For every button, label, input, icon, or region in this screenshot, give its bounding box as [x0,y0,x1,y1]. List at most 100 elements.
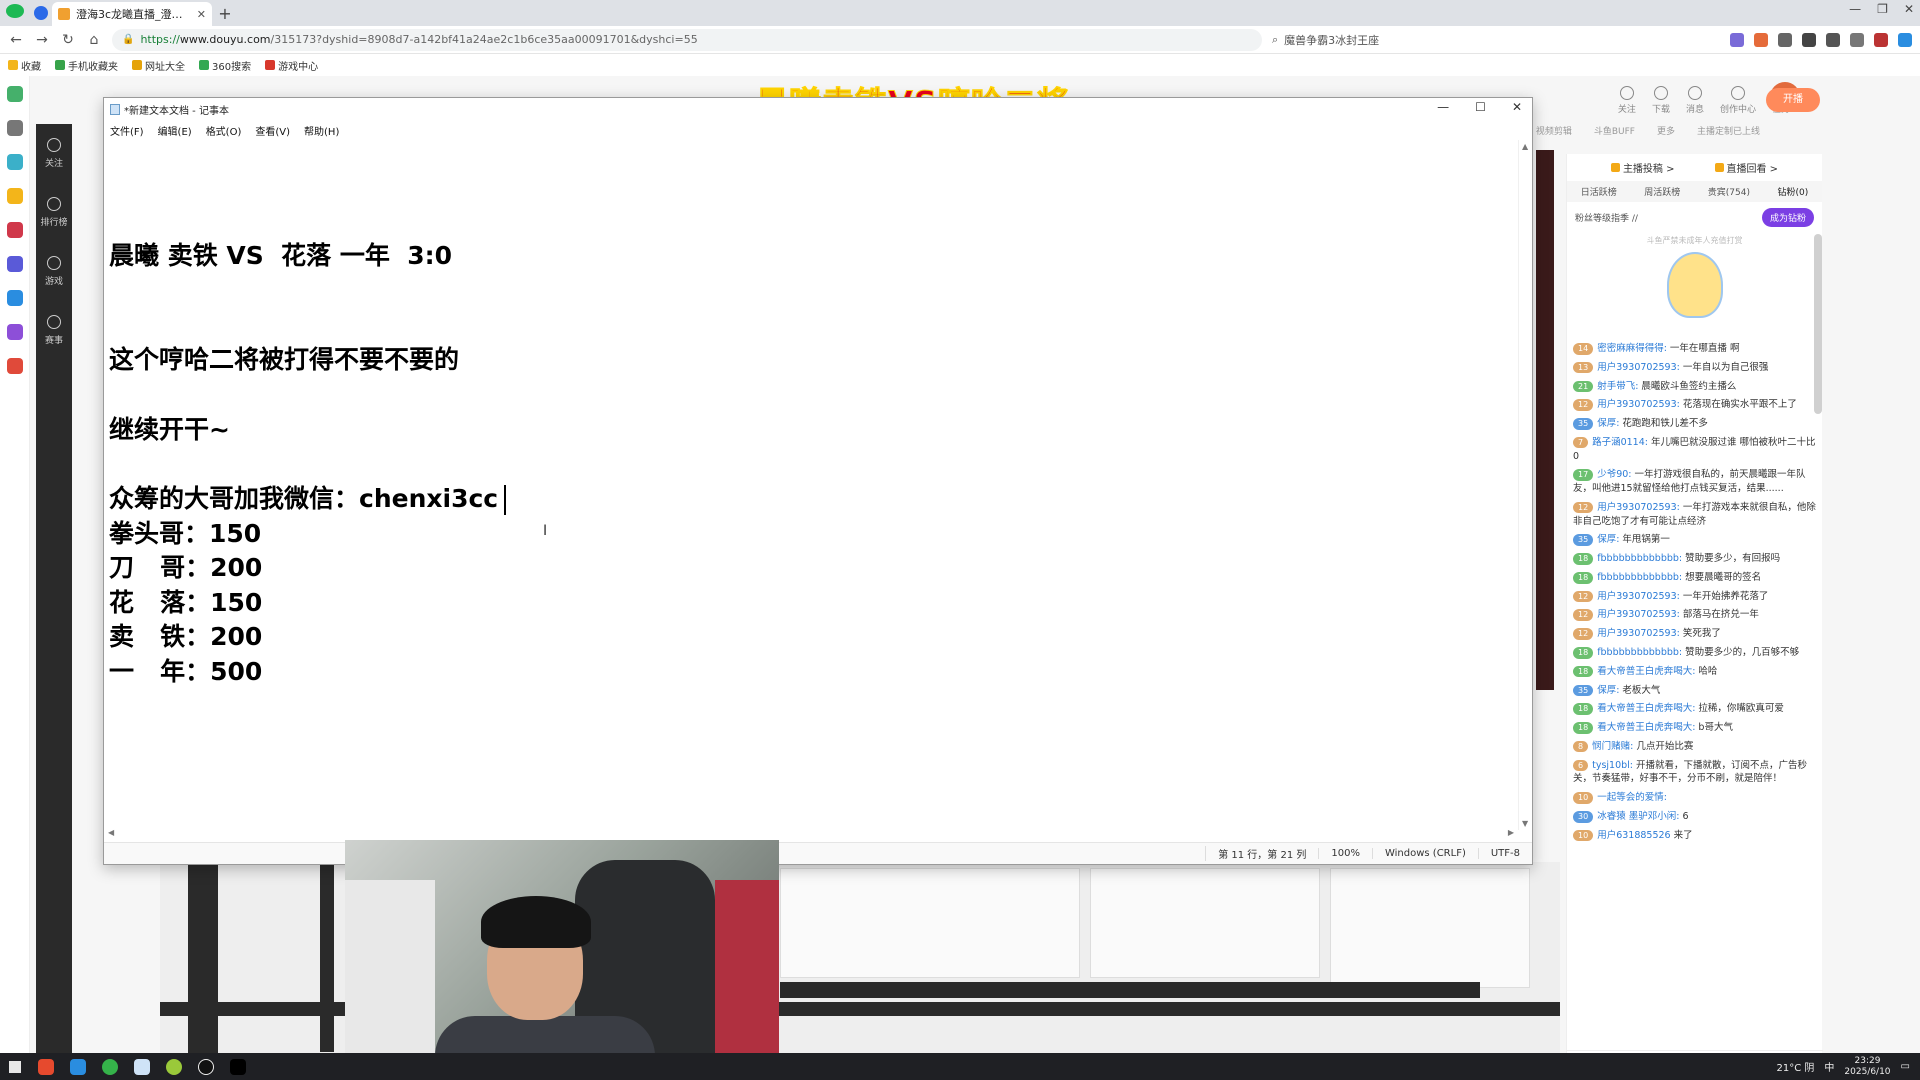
app-sidebar-icon[interactable] [6,324,23,340]
close-icon[interactable]: ✕ [1512,100,1522,114]
chat-username[interactable]: fbbbbbbbbbbbbb: [1597,553,1682,564]
taskbar-app[interactable] [94,1053,126,1080]
browser-tab-active[interactable]: 澄海3c龙曦直播_澄海3c龙曦 ✕ [52,2,212,26]
star-sidebar-icon[interactable] [6,188,23,204]
notification-icon[interactable]: ▭ [1901,1061,1910,1072]
vertical-scrollbar[interactable]: ▲ ▼ [1518,140,1532,830]
address-bar[interactable]: 🔒 https://www.douyu.com/315173?dyshid=89… [112,28,1262,51]
nav-follow[interactable]: 关注 [45,138,63,169]
extension-icon[interactable] [1874,32,1888,47]
notepad-text-area[interactable]: 晨曦 卖铁 VS 花落 一年 3:0 这个哼哈二将被打得不要不要的 继续开干~ … [105,140,1517,830]
menu-format[interactable]: 格式(O) [206,123,242,138]
chat-username[interactable]: 密密麻麻得得得: [1597,343,1667,354]
close-window-icon[interactable]: ✕ [1904,2,1914,16]
ai-sidebar-icon[interactable] [6,290,23,306]
creator-center-button[interactable]: 创作中心 [1720,86,1756,115]
chat-username[interactable]: 保厚: [1597,534,1619,545]
chat-username[interactable]: 看大帝普王白虎奔喝大: [1597,666,1695,677]
anchor-submissions-link[interactable]: 主播投稿 > [1610,160,1675,175]
minimize-icon[interactable]: — [1849,2,1861,16]
download-button[interactable]: 下载 [1652,86,1670,115]
pinned-tab-icon[interactable] [30,0,52,26]
bookmark-sites[interactable]: 网址大全 [132,58,185,73]
chat-username[interactable]: tysj10bl: [1592,760,1633,771]
extension-icon[interactable] [1802,32,1816,47]
scroll-down-icon[interactable]: ▼ [1522,819,1528,828]
menu-help[interactable]: 帮助(H) [304,123,339,138]
chat-username[interactable]: 少爷90: [1597,469,1631,480]
chat-username[interactable]: fbbbbbbbbbbbbb: [1597,572,1682,583]
open-live-button[interactable]: 开播 [1766,88,1820,112]
close-tab-icon[interactable]: ✕ [197,8,206,21]
taskbar-app[interactable] [126,1053,158,1080]
new-tab-button[interactable]: + [212,2,238,26]
chat-username[interactable]: 保厚: [1597,418,1619,429]
profile-icon[interactable] [1898,32,1912,47]
chat-username[interactable]: 悯门赌赌: [1592,741,1633,752]
chat-username[interactable]: 用户3930702593: [1597,591,1680,602]
extension-icon[interactable] [1730,32,1744,47]
replay-link[interactable]: 直播回看 > [1714,160,1778,175]
scroll-right-icon[interactable]: ▶ [1508,828,1514,837]
tab-weekly[interactable]: 周活跃榜 [1644,185,1680,198]
browser-logo-icon[interactable] [0,0,30,26]
bookmark-favorites[interactable]: 收藏 [8,58,41,73]
bookmark-mobile[interactable]: 手机收藏夹 [55,58,118,73]
taskbar-app[interactable] [62,1053,94,1080]
chat-username[interactable]: 用户3930702593: [1597,628,1680,639]
scroll-up-icon[interactable]: ▲ [1522,142,1528,151]
chat-username[interactable]: 用户3930702593: [1597,502,1680,513]
chat-username[interactable]: 射手带飞: [1597,381,1638,392]
nav-ranking[interactable]: 排行榜 [40,197,68,228]
chat-username[interactable]: fbbbbbbbbbbbbb: [1597,647,1682,658]
follow-button[interactable]: 关注 [1618,86,1636,115]
tab-daily[interactable]: 日活跃榜 [1581,185,1617,198]
chat-username[interactable]: 保厚: [1597,685,1619,696]
menu-file[interactable]: 文件(F) [110,123,144,138]
taskbar-app[interactable] [30,1053,62,1080]
extension-icon[interactable] [1754,32,1768,47]
taskbar-app[interactable] [190,1053,222,1080]
forward-icon[interactable]: → [34,32,50,48]
clock[interactable]: 23:29 2025/6/10 [1844,1056,1890,1077]
reload-icon[interactable]: ↻ [60,32,76,48]
menu-edit[interactable]: 编辑(E) [158,123,192,138]
chat-username[interactable]: 路子涵0114: [1592,437,1648,448]
sub-link[interactable]: 斗鱼BUFF [1594,124,1635,137]
scroll-left-icon[interactable]: ◀ [108,828,114,837]
back-icon[interactable]: ← [8,32,24,48]
menu-view[interactable]: 查看(V) [255,123,290,138]
chat-username[interactable]: 用户3930702593: [1597,362,1680,373]
tab-vip[interactable]: 贵宾(754) [1708,185,1750,198]
game-sidebar-icon[interactable] [6,358,23,374]
chat-username[interactable]: 一起等会的爱情: [1597,792,1667,803]
app-sidebar-icon[interactable] [6,222,23,238]
chat-username[interactable]: 看大帝普王白虎奔喝大: [1597,722,1695,733]
chat-username[interactable]: 用户631885526 [1597,830,1670,841]
tab-diamond[interactable]: 钻粉(0) [1777,185,1808,198]
bookmark-games[interactable]: 游戏中心 [265,58,318,73]
app-sidebar-icon[interactable] [6,256,23,272]
home-icon[interactable]: ⌂ [86,32,102,48]
weather[interactable]: 21°C 阴 [1777,1059,1815,1074]
chat-username[interactable]: 用户3930702593: [1597,399,1680,410]
browser-search-box[interactable]: ⌕ 魔兽争霸3冰封王座 [1272,29,1502,51]
become-diamond-fan-button[interactable]: 成为钻粉 [1761,208,1814,227]
download-icon[interactable] [1826,32,1840,47]
chat-scrollbar[interactable] [1814,234,1822,414]
nav-games[interactable]: 游戏 [45,256,63,287]
app-sidebar-icon[interactable] [6,154,23,170]
nav-events[interactable]: 赛事 [45,315,63,346]
messages-button[interactable]: 消息 [1686,86,1704,115]
horizontal-scrollbar[interactable]: ◀ ▶ [104,828,1518,840]
chat-username[interactable]: 用户3930702593: [1597,609,1680,620]
bookmark-search[interactable]: 360搜索 [199,58,251,73]
chat-username[interactable]: 看大帝普王白虎奔喝大: [1597,703,1695,714]
sub-link[interactable]: 主播定制已上线 [1697,124,1760,137]
taskbar-app[interactable] [222,1053,254,1080]
undo-icon[interactable] [1850,32,1864,47]
home-sidebar-icon[interactable] [6,86,23,102]
taskbar-app[interactable] [158,1053,190,1080]
sub-link[interactable]: 视频剪辑 [1536,124,1572,137]
extension-icon[interactable] [1778,32,1792,47]
